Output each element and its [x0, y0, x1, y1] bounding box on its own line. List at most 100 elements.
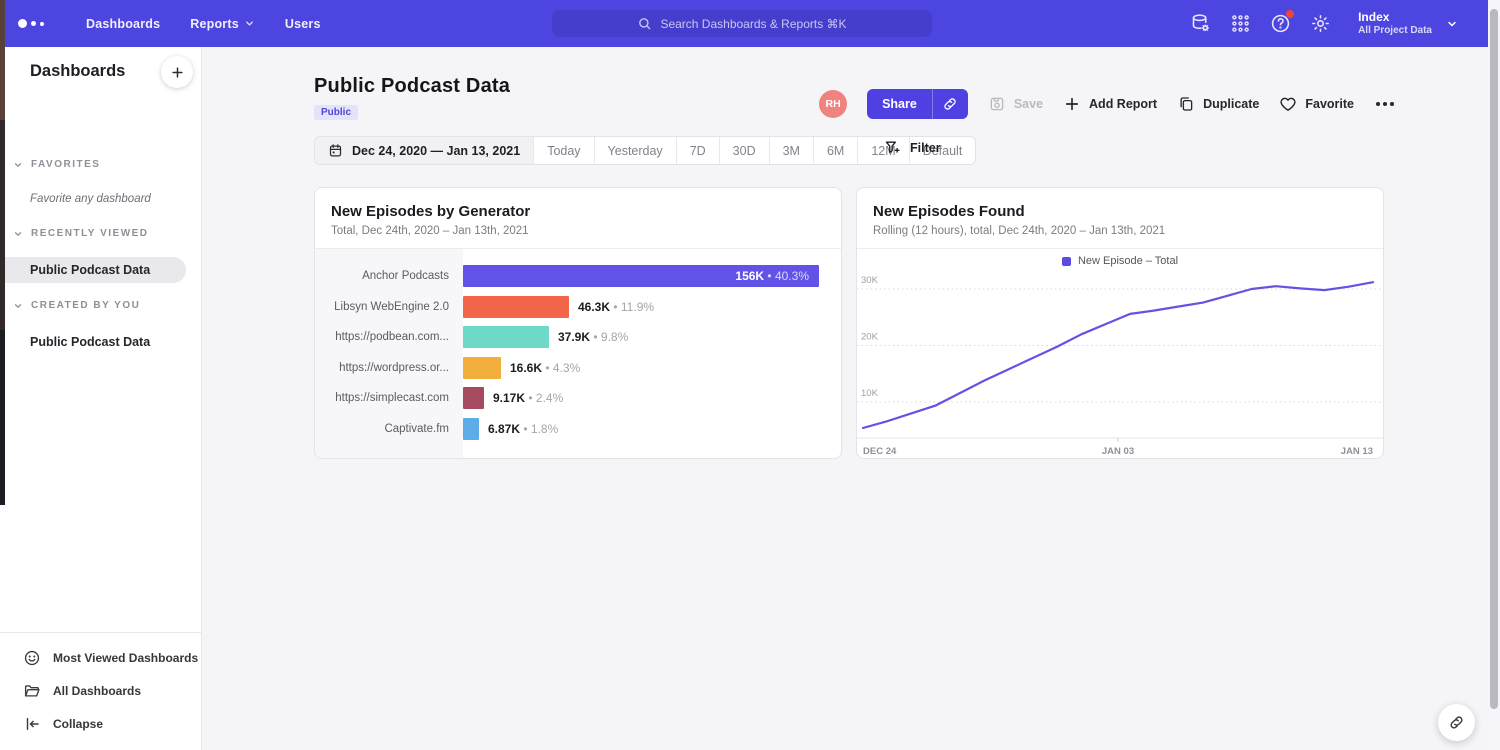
share-button[interactable]: Share: [867, 89, 932, 119]
collapse-sidebar-button[interactable]: Collapse: [0, 707, 201, 740]
bar-category-label: https://podbean.com...: [315, 331, 463, 343]
most-viewed-dashboards-button[interactable]: Most Viewed Dashboards: [0, 641, 201, 674]
data-sources-icon[interactable]: [1190, 13, 1211, 34]
svg-text:JAN 03: JAN 03: [1102, 446, 1134, 457]
bar-value: 37.9K • 9.8%: [558, 330, 628, 344]
bar-category-label: https://simplecast.com: [315, 392, 463, 404]
chevron-down-icon: [1446, 18, 1458, 30]
share-split-button: Share: [867, 89, 968, 119]
sidebar-item-public-podcast-data-created[interactable]: Public Podcast Data: [0, 329, 186, 355]
sidebar-section-created-by-you[interactable]: CREATED BY YOU: [13, 300, 140, 311]
bar-row: https://wordpress.or... 16.6K • 4.3%: [315, 357, 841, 379]
brand-logo-icon[interactable]: [18, 19, 44, 28]
plus-icon: [1063, 95, 1081, 113]
bar[interactable]: [463, 326, 549, 348]
bar-track: 46.3K • 11.9%: [463, 296, 841, 318]
bar[interactable]: [463, 296, 569, 318]
app-root: Dashboards Reports Users Search Dashboar…: [0, 0, 1500, 750]
scrollbar-track[interactable]: [1488, 0, 1500, 750]
sidebar: Dashboards FAVORITES Favorite any dashbo…: [0, 47, 202, 750]
project-switcher[interactable]: Index All Project Data: [1358, 10, 1458, 38]
bar-category-label: Captivate.fm: [315, 423, 463, 435]
save-label: Save: [1014, 97, 1043, 111]
bar-row: Libsyn WebEngine 2.0 46.3K • 11.9%: [315, 296, 841, 318]
chevron-down-icon: [13, 229, 23, 239]
section-label: FAVORITES: [31, 159, 100, 170]
card-subtitle: Rolling (12 hours), total, Dec 24th, 202…: [873, 225, 1367, 237]
sidebar-item-label: Public Podcast Data: [30, 263, 150, 277]
page-title: Public Podcast Data: [314, 75, 510, 98]
preset-6m[interactable]: 6M: [813, 137, 857, 164]
card-header: New Episodes by Generator Total, Dec 24t…: [315, 188, 841, 249]
bar-row: https://podbean.com... 37.9K • 9.8%: [315, 326, 841, 348]
add-report-button[interactable]: Add Report: [1063, 95, 1157, 113]
svg-text:DEC 24: DEC 24: [863, 446, 897, 457]
save-button[interactable]: Save: [988, 95, 1043, 113]
chevron-down-icon: [13, 160, 23, 170]
sidebar-section-favorites[interactable]: FAVORITES: [13, 159, 100, 170]
calendar-icon: [328, 143, 343, 158]
copy-icon: [1177, 95, 1195, 113]
bar-value: 46.3K • 11.9%: [578, 300, 654, 314]
preset-30d[interactable]: 30D: [719, 137, 769, 164]
scrollbar-thumb[interactable]: [1490, 9, 1498, 709]
preset-today[interactable]: Today: [533, 137, 593, 164]
floating-link-button[interactable]: [1438, 704, 1475, 741]
nav-item-reports[interactable]: Reports: [190, 17, 255, 31]
bar-value: 9.17K • 2.4%: [493, 391, 563, 405]
link-icon: [942, 96, 958, 112]
footer-item-label: Collapse: [53, 717, 103, 731]
plus-icon: [170, 65, 185, 80]
collapse-icon: [23, 715, 41, 733]
preset-3m[interactable]: 3M: [769, 137, 813, 164]
bar-category-label: https://wordpress.or...: [315, 362, 463, 374]
footer-item-label: Most Viewed Dashboards: [53, 651, 198, 665]
bar[interactable]: [463, 387, 484, 409]
all-dashboards-button[interactable]: All Dashboards: [0, 674, 201, 707]
visibility-badge: Public: [314, 105, 358, 120]
share-link-button[interactable]: [932, 89, 968, 119]
date-range-bar: Dec 24, 2020 — Jan 13, 2021 Today Yester…: [314, 136, 976, 165]
preset-7d[interactable]: 7D: [676, 137, 719, 164]
date-range-button[interactable]: Dec 24, 2020 — Jan 13, 2021: [315, 137, 533, 164]
bar[interactable]: [463, 357, 501, 379]
filter-button[interactable]: Filter: [884, 139, 941, 156]
favorite-button[interactable]: Favorite: [1279, 95, 1354, 113]
card-title: New Episodes Found: [873, 203, 1367, 220]
search-input[interactable]: Search Dashboards & Reports ⌘K: [552, 10, 932, 37]
add-dashboard-button[interactable]: [161, 56, 193, 88]
favorite-label: Favorite: [1305, 97, 1354, 111]
apps-grid-icon[interactable]: [1230, 13, 1251, 34]
sidebar-title: Dashboards: [30, 62, 125, 81]
bar-track: 9.17K • 2.4%: [463, 387, 841, 409]
bar-track: 16.6K • 4.3%: [463, 357, 841, 379]
help-icon[interactable]: [1270, 13, 1291, 34]
top-navbar: Dashboards Reports Users Search Dashboar…: [0, 0, 1488, 47]
nav-item-dashboards[interactable]: Dashboards: [86, 17, 160, 31]
bar-track: 6.87K • 1.8%: [463, 418, 841, 440]
sidebar-item-label: Public Podcast Data: [30, 335, 150, 349]
project-scope: All Project Data: [1358, 25, 1432, 38]
bar[interactable]: 156K • 40.3%: [463, 265, 819, 287]
line-chart-body: New Episode – Total 10K20K30KDEC 24JAN 0…: [857, 249, 1383, 458]
avatar[interactable]: RH: [819, 90, 847, 118]
bar-value: 16.6K • 4.3%: [510, 361, 580, 375]
settings-gear-icon[interactable]: [1310, 13, 1331, 34]
bar-chart-body: Anchor Podcasts156K • 40.3%Libsyn WebEng…: [315, 249, 841, 458]
sidebar-item-public-podcast-data[interactable]: Public Podcast Data: [0, 257, 186, 283]
project-name: Index: [1358, 10, 1432, 25]
nav-item-label: Reports: [190, 17, 239, 31]
line-chart-plot[interactable]: 10K20K30KDEC 24JAN 03JAN 13: [857, 273, 1383, 458]
duplicate-button[interactable]: Duplicate: [1177, 95, 1259, 113]
bar-category-label: Libsyn WebEngine 2.0: [315, 301, 463, 313]
duplicate-label: Duplicate: [1203, 97, 1259, 111]
card-new-episodes-found: New Episodes Found Rolling (12 hours), t…: [856, 187, 1384, 459]
nav-item-users[interactable]: Users: [285, 17, 321, 31]
link-icon: [1448, 714, 1465, 731]
notification-dot: [1286, 10, 1294, 18]
card-new-episodes-by-generator: New Episodes by Generator Total, Dec 24t…: [314, 187, 842, 459]
preset-yesterday[interactable]: Yesterday: [594, 137, 676, 164]
bar[interactable]: [463, 418, 479, 440]
sidebar-section-recently-viewed[interactable]: RECENTLY VIEWED: [13, 228, 149, 239]
more-options-button[interactable]: [1374, 98, 1396, 110]
